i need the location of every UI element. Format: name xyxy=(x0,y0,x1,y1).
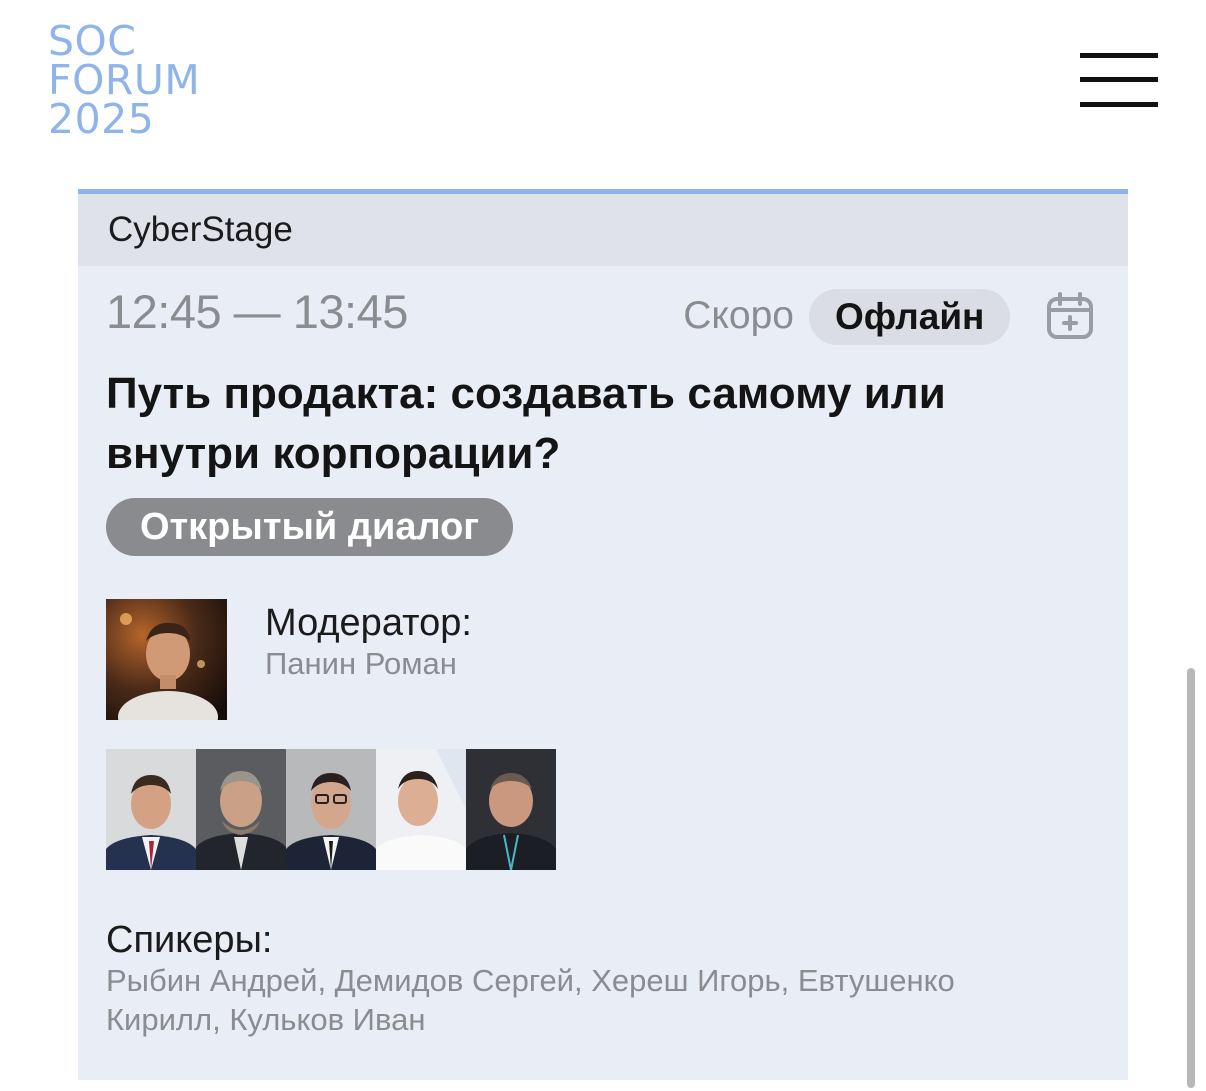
status-label: Скоро xyxy=(683,294,794,337)
hamburger-menu-icon[interactable] xyxy=(1078,52,1160,110)
speaker-avatar[interactable] xyxy=(106,749,196,870)
speaker-avatar[interactable] xyxy=(286,749,376,870)
speaker-avatar[interactable] xyxy=(376,749,466,870)
session-title[interactable]: Путь продакта: создавать самому или внут… xyxy=(106,364,1086,484)
speaker-avatar[interactable] xyxy=(196,749,286,870)
menu-line-middle xyxy=(1080,77,1158,82)
session-card[interactable]: CyberStage 12:45 — 13:45 Скоро Офлайн Пу… xyxy=(78,189,1128,1080)
format-badge: Офлайн xyxy=(809,289,1011,345)
moderator-name[interactable]: Панин Роман xyxy=(265,646,457,682)
moderator-label: Модератор: xyxy=(265,602,472,644)
logo[interactable]: SOC FORUM 2025 xyxy=(48,21,200,143)
speakers-names[interactable]: Рыбин Андрей, Демидов Сергей, Хереш Игор… xyxy=(106,961,1066,1039)
menu-line-top xyxy=(1080,53,1158,58)
stage-header: CyberStage xyxy=(78,194,1128,266)
logo-line-year: 2025 xyxy=(48,95,155,143)
stage-name: CyberStage xyxy=(108,210,293,249)
menu-line-bottom xyxy=(1080,102,1158,107)
session-time: 12:45 — 13:45 xyxy=(106,285,408,338)
moderator-avatar xyxy=(106,599,227,720)
add-to-calendar-icon[interactable] xyxy=(1044,290,1096,342)
speaker-avatar[interactable] xyxy=(466,749,556,870)
scrollbar[interactable] xyxy=(1187,668,1195,1088)
session-type-tag: Открытый диалог xyxy=(106,498,514,556)
speakers-label: Спикеры: xyxy=(106,919,273,961)
